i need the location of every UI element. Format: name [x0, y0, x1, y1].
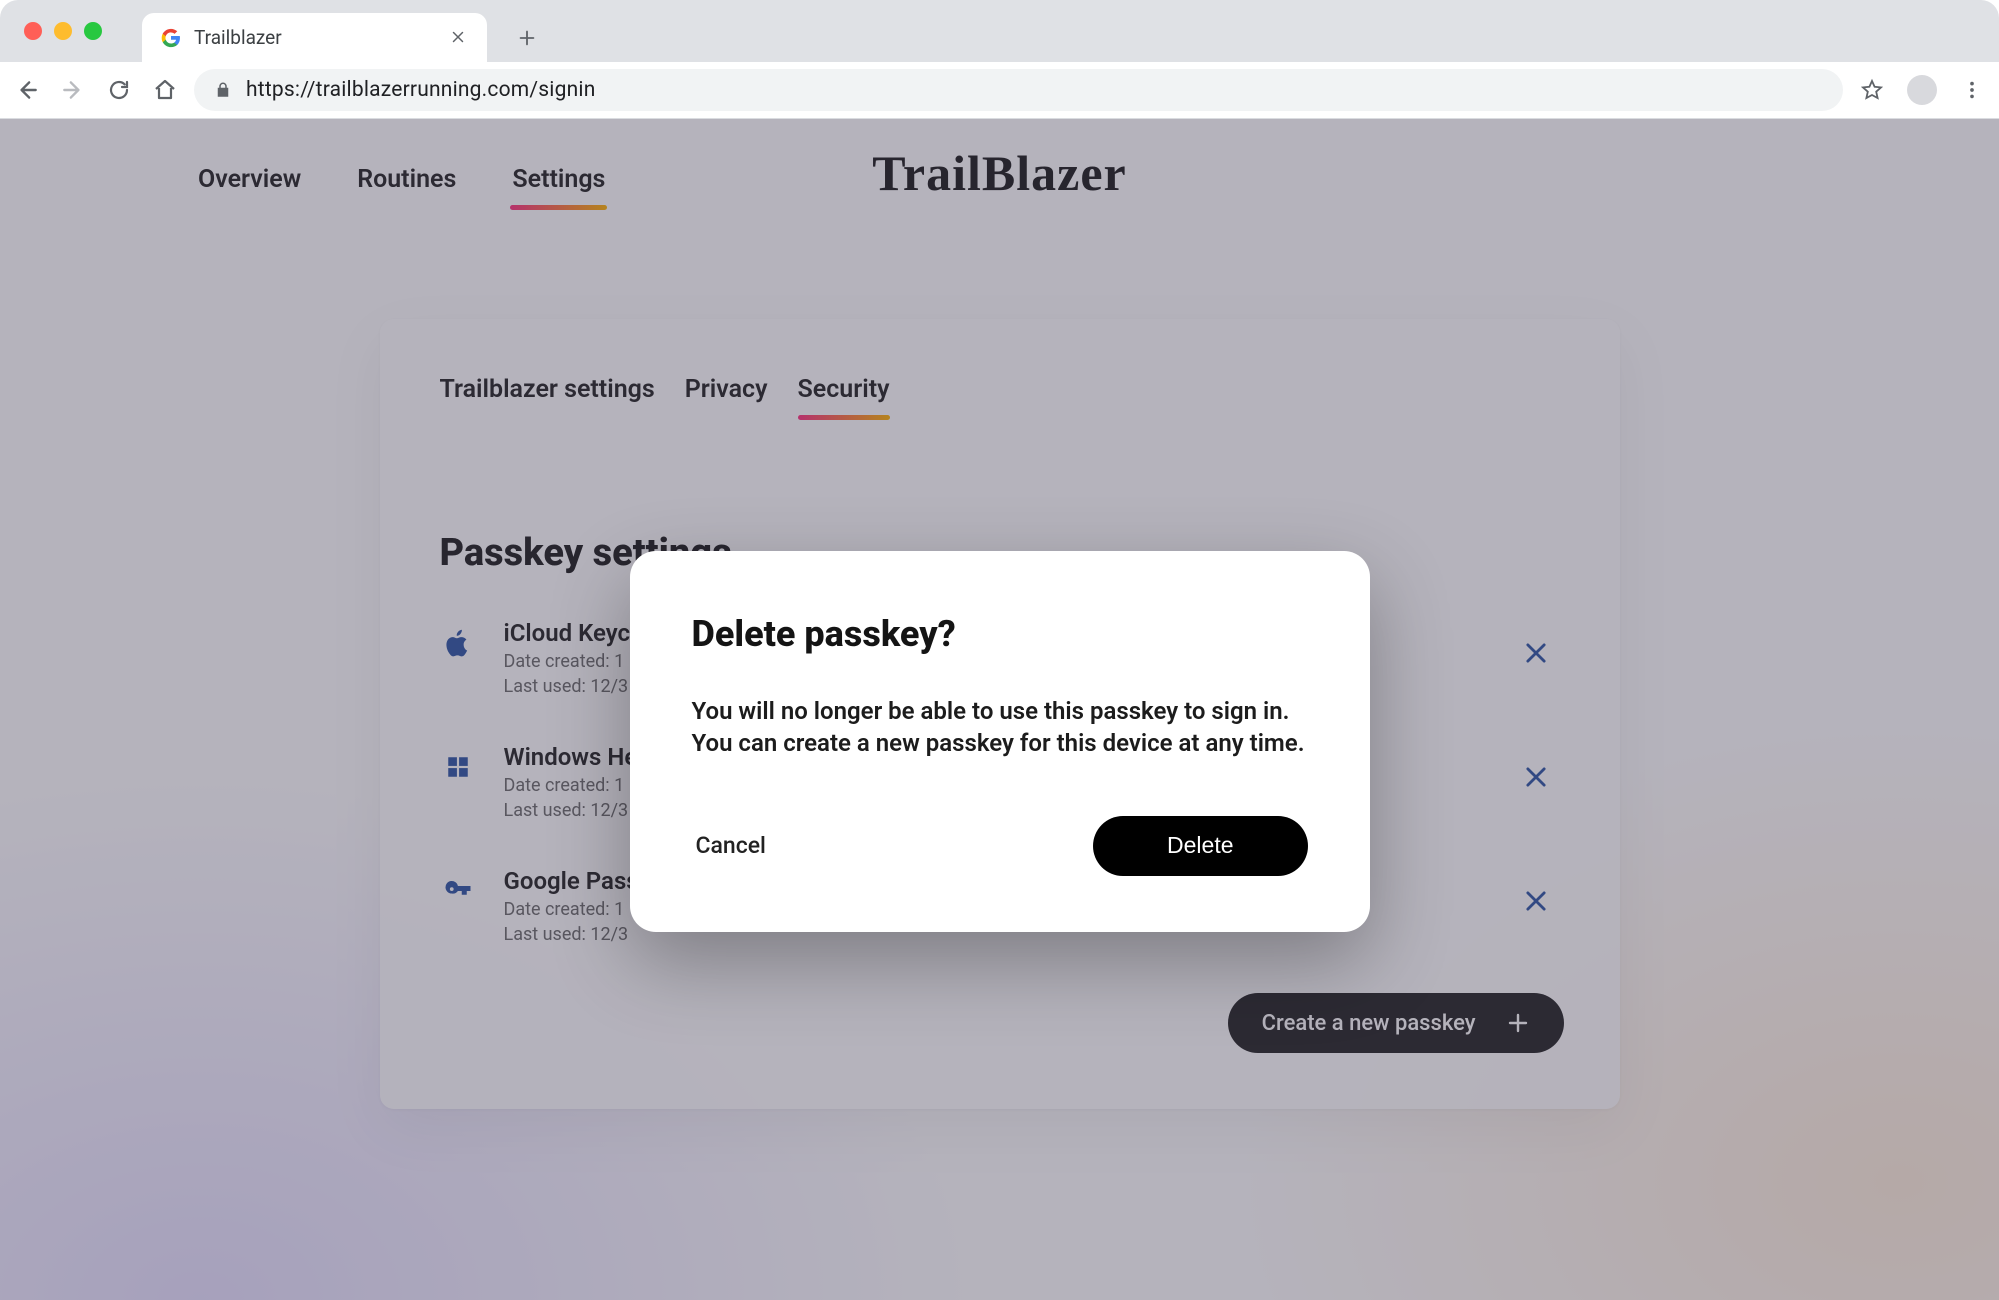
forward-button[interactable] [60, 77, 86, 103]
url-text: https://trailblazerrunning.com/signin [246, 78, 596, 102]
new-tab-button[interactable] [507, 18, 547, 58]
page-viewport: Overview Routines Settings TrailBlazer T… [0, 119, 1999, 1300]
lock-icon [214, 81, 232, 99]
reload-button[interactable] [106, 77, 132, 103]
browser-chrome: Trailblazer [0, 0, 1999, 119]
favicon-icon [160, 27, 182, 49]
delete-passkey-dialog: Delete passkey? You will no longer be ab… [630, 551, 1370, 932]
cancel-button[interactable]: Cancel [692, 820, 770, 871]
tab-close-button[interactable] [449, 28, 469, 48]
window-close-button[interactable] [24, 22, 42, 40]
tab-title: Trailblazer [194, 26, 437, 49]
window-minimize-button[interactable] [54, 22, 72, 40]
browser-toolbar: https://trailblazerrunning.com/signin [0, 62, 1999, 119]
back-button[interactable] [14, 77, 40, 103]
tab-strip: Trailblazer [0, 0, 1999, 62]
window-maximize-button[interactable] [84, 22, 102, 40]
delete-button[interactable]: Delete [1093, 816, 1307, 876]
dialog-body: You will no longer be able to use this p… [692, 695, 1308, 760]
window-controls [24, 0, 102, 62]
browser-menu-button[interactable] [1959, 77, 1985, 103]
dialog-title: Delete passkey? [692, 613, 1308, 655]
browser-tab[interactable]: Trailblazer [142, 13, 487, 62]
bookmark-button[interactable] [1859, 77, 1885, 103]
home-button[interactable] [152, 77, 178, 103]
profile-avatar[interactable] [1907, 75, 1937, 105]
address-bar[interactable]: https://trailblazerrunning.com/signin [194, 69, 1843, 111]
